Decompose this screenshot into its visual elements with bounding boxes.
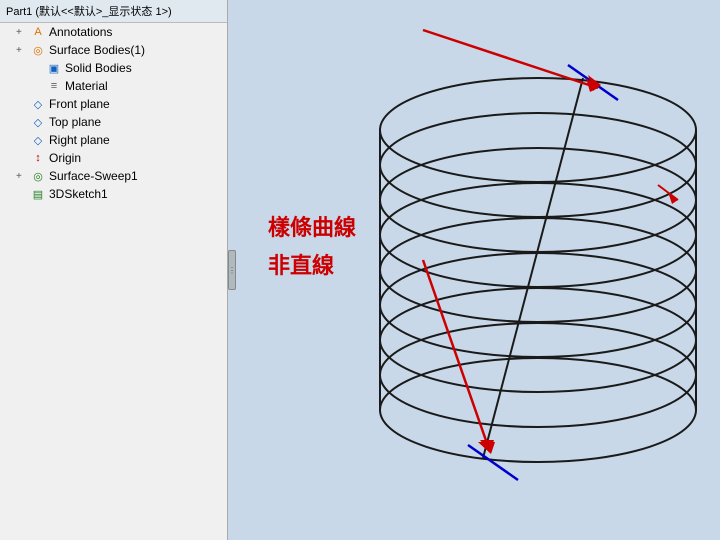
item-icon-material: ≡ xyxy=(46,78,62,94)
sidebar-item-material[interactable]: ≡ Material xyxy=(0,77,227,95)
item-icon-surface-sweep: ◎ xyxy=(30,168,46,184)
item-icon-top-plane: ◇ xyxy=(30,114,46,130)
sidebar-item-surface-bodies[interactable]: + ◎ Surface Bodies(1) xyxy=(0,41,227,59)
sidebar-item-label-annotations: Annotations xyxy=(49,25,112,39)
sidebar-item-label-origin: Origin xyxy=(49,151,81,165)
expand-icon: + xyxy=(16,27,30,38)
sidebar-item-origin[interactable]: ↕ Origin xyxy=(0,149,227,167)
sidebar-item-top-plane[interactable]: ◇ Top plane xyxy=(0,113,227,131)
item-icon-annotations: A xyxy=(30,24,46,40)
sidebar: Part1 (默认<<默认>_显示状态 1>) + A Annotations … xyxy=(0,0,228,540)
sidebar-item-annotations[interactable]: + A Annotations xyxy=(0,23,227,41)
sidebar-item-right-plane[interactable]: ◇ Right plane xyxy=(0,131,227,149)
sidebar-item-label-top-plane: Top plane xyxy=(49,115,101,129)
item-icon-solid-bodies: ▣ xyxy=(46,60,62,76)
3d-coil-view xyxy=(228,0,720,540)
item-icon-origin: ↕ xyxy=(30,150,46,166)
sidebar-item-label-right-plane: Right plane xyxy=(49,133,110,147)
sidebar-item-label-front-plane: Front plane xyxy=(49,97,110,111)
expand-icon: + xyxy=(16,171,30,182)
sidebar-item-label-solid-bodies: Solid Bodies xyxy=(65,61,132,75)
sidebar-item-solid-bodies[interactable]: ▣ Solid Bodies xyxy=(0,59,227,77)
sidebar-item-label-surface-bodies: Surface Bodies(1) xyxy=(49,43,145,57)
sidebar-item-front-plane[interactable]: ◇ Front plane xyxy=(0,95,227,113)
sidebar-item-label-material: Material xyxy=(65,79,108,93)
sidebar-item-label-surface-sweep: Surface-Sweep1 xyxy=(49,169,138,183)
feature-tree: + A Annotations + ◎ Surface Bodies(1) ▣ … xyxy=(0,23,227,203)
viewport[interactable]: ⋮ 樣條曲線 非直線 xyxy=(228,0,720,540)
item-icon-surface-bodies: ◎ xyxy=(30,42,46,58)
item-icon-right-plane: ◇ xyxy=(30,132,46,148)
sidebar-item-label-3dsketch: 3DSketch1 xyxy=(49,187,108,201)
expand-icon: + xyxy=(16,45,30,56)
sidebar-title: Part1 (默认<<默认>_显示状态 1>) xyxy=(0,0,227,23)
sidebar-item-3dsketch[interactable]: ▤ 3DSketch1 xyxy=(0,185,227,203)
item-icon-front-plane: ◇ xyxy=(30,96,46,112)
sidebar-item-surface-sweep[interactable]: + ◎ Surface-Sweep1 xyxy=(0,167,227,185)
item-icon-3dsketch: ▤ xyxy=(30,186,46,202)
